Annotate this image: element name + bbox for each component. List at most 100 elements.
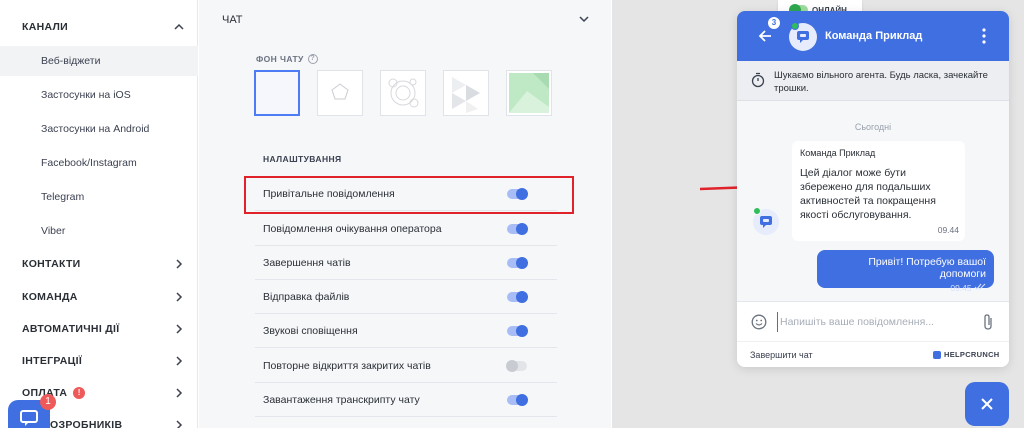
setting-label: Звукові сповіщення [263,324,358,337]
sidebar-section-integrations[interactable]: ІНТЕГРАЦІЇ [0,346,198,376]
message-sender: Команда Приклад [800,148,876,158]
double-check-icon [974,283,986,290]
sidebar-section-contacts[interactable]: КОНТАКТИ [0,249,198,279]
map-pattern-icon [509,73,549,113]
chevron-right-icon [176,356,183,366]
sidebar-section-label: КОНТАКТИ [22,258,81,270]
sidebar-item-telegram[interactable]: Telegram [0,182,198,212]
toggle-knob [516,223,528,235]
settings-heading: НАЛАШТУВАННЯ [263,154,342,164]
outgoing-message: Привіт! Потребую вашої допомоги 09.45 [817,250,994,293]
emoji-icon[interactable] [751,314,767,330]
chat-widget-preview: 3 Команда Приклад Шукаємо вільного агент… [737,11,1009,367]
sidebar-item-ios[interactable]: Застосунки на iOS [0,80,198,110]
operator-wait-toggle[interactable] [507,223,528,235]
sidebar-section-label: КОМАНДА [22,291,78,303]
arrow-left-icon[interactable] [757,28,773,44]
toggle-knob [516,291,528,303]
message-input[interactable] [777,312,967,332]
unread-count-badge: 1 [40,394,56,410]
setting-label: Повідомлення очікування оператора [263,222,442,235]
background-swatch-geometric[interactable] [443,70,489,116]
sidebar-item-label: Застосунки на Android [41,123,150,135]
close-widget-button[interactable] [965,382,1009,426]
chat-settings-panel: ЧАТ ФОН ЧАТУ ? НАЛАШТУВАННЯ Привітальне … [199,0,611,428]
setting-row-file-sending: Відправка файлів [255,280,557,314]
chevron-down-icon[interactable] [577,12,591,26]
message-time: 09.44 [937,225,959,235]
team-count-badge: 3 [768,17,780,29]
sidebar-section-automation[interactable]: АВТОМАТИЧНІ ДІЇ [0,314,198,344]
sidebar-item-web-widgets[interactable]: Веб-віджети [0,46,198,76]
widget-header: 3 Команда Приклад [737,11,1009,61]
message-text: Цей діалог може бути збережено для подал… [800,167,936,221]
reopen-chats-toggle[interactable] [506,360,527,372]
brand-mark-icon [933,350,941,359]
background-swatch-pentagon[interactable] [317,70,363,116]
sidebar-item-facebook-instagram[interactable]: Facebook/Instagram [0,148,198,178]
sidebar-section-label: КАНАЛИ [22,21,68,33]
setting-row-transcript: Завантаження транскрипту чату [255,383,557,417]
widget-footer: Завершити чат HELPCRUNCH [737,341,1009,367]
sidebar-section-label: ІНТЕГРАЦІЇ [22,355,83,367]
chat-background-label: ФОН ЧАТУ ? [256,54,318,64]
greeting-highlight-box [244,176,574,214]
chat-section-title: ЧАТ [222,14,243,26]
toggle-knob [516,257,528,269]
sidebar-section-label: ОЗРОБНИКІВ [50,419,123,428]
geometric-pattern-icon [452,77,480,113]
online-dot [791,22,799,30]
sidebar: КАНАЛИ Веб-віджети Застосунки на iOS Зас… [0,0,198,428]
setting-label: Завантаження транскрипту чату [263,393,420,406]
agent-online-dot [753,207,761,215]
chat-background-label-text: ФОН ЧАТУ [256,54,304,64]
doodle-pattern-icon [388,78,419,108]
team-name: Команда Приклад [825,30,923,42]
setting-row-reopen-chats: Повторне відкриття закритих чатів [255,349,557,383]
sidebar-item-label: Застосунки на iOS [41,89,131,101]
alert-badge: ! [73,387,86,399]
chat-bubble-icon [760,216,772,228]
toggle-knob [516,394,528,406]
chevron-right-icon [176,292,183,302]
background-swatch-map[interactable] [506,70,552,116]
sidebar-item-android[interactable]: Застосунки на Android [0,114,198,144]
message-text: Привіт! Потребую вашої допомоги [868,256,986,280]
setting-label: Відправка файлів [263,290,350,303]
setting-row-operator-wait: Повідомлення очікування оператора [255,212,557,246]
toggle-knob [516,325,528,337]
sound-toggle[interactable] [507,325,528,337]
chevron-up-icon [174,23,184,30]
chat-launcher-button[interactable]: 1 [8,394,56,428]
more-vertical-icon[interactable] [979,26,989,46]
paperclip-icon[interactable] [982,313,994,331]
chat-bubble-icon [20,410,38,426]
chat-bubble-icon [797,31,809,43]
chevron-right-icon [176,324,183,334]
sidebar-section-team[interactable]: КОМАНДА [0,282,198,312]
toggle-knob [506,360,518,372]
background-swatch-doodle[interactable] [380,70,426,116]
sidebar-item-label: Веб-віджети [41,55,101,67]
chevron-right-icon [176,388,183,398]
sidebar-section-channels[interactable]: КАНАЛИ [0,12,198,42]
message-time: 09.45 [950,283,972,293]
setting-label: Завершення чатів [263,256,351,269]
sidebar-item-viber[interactable]: Viber [0,216,198,246]
close-icon [981,398,993,410]
setting-row-chat-ending: Завершення чатів [255,246,557,280]
incoming-message: Команда Приклад Цей діалог може бути збе… [792,141,965,241]
sidebar-item-label: Telegram [41,191,85,203]
file-sending-toggle[interactable] [507,291,528,303]
stopwatch-icon [751,72,765,88]
chat-ending-toggle[interactable] [507,257,528,269]
transcript-toggle[interactable] [507,394,528,406]
waiting-status-bar: Шукаємо вільного агента. Будь ласка, зач… [737,61,1009,101]
brand-logo: HELPCRUNCH [933,350,1000,359]
brand-name: HELPCRUNCH [944,350,1000,359]
message-time-row: 09.45 [825,283,986,293]
end-chat-link[interactable]: Завершити чат [750,350,813,360]
background-swatch-plain[interactable] [254,70,300,116]
message-composer [737,301,1009,341]
help-icon[interactable]: ? [307,54,318,64]
